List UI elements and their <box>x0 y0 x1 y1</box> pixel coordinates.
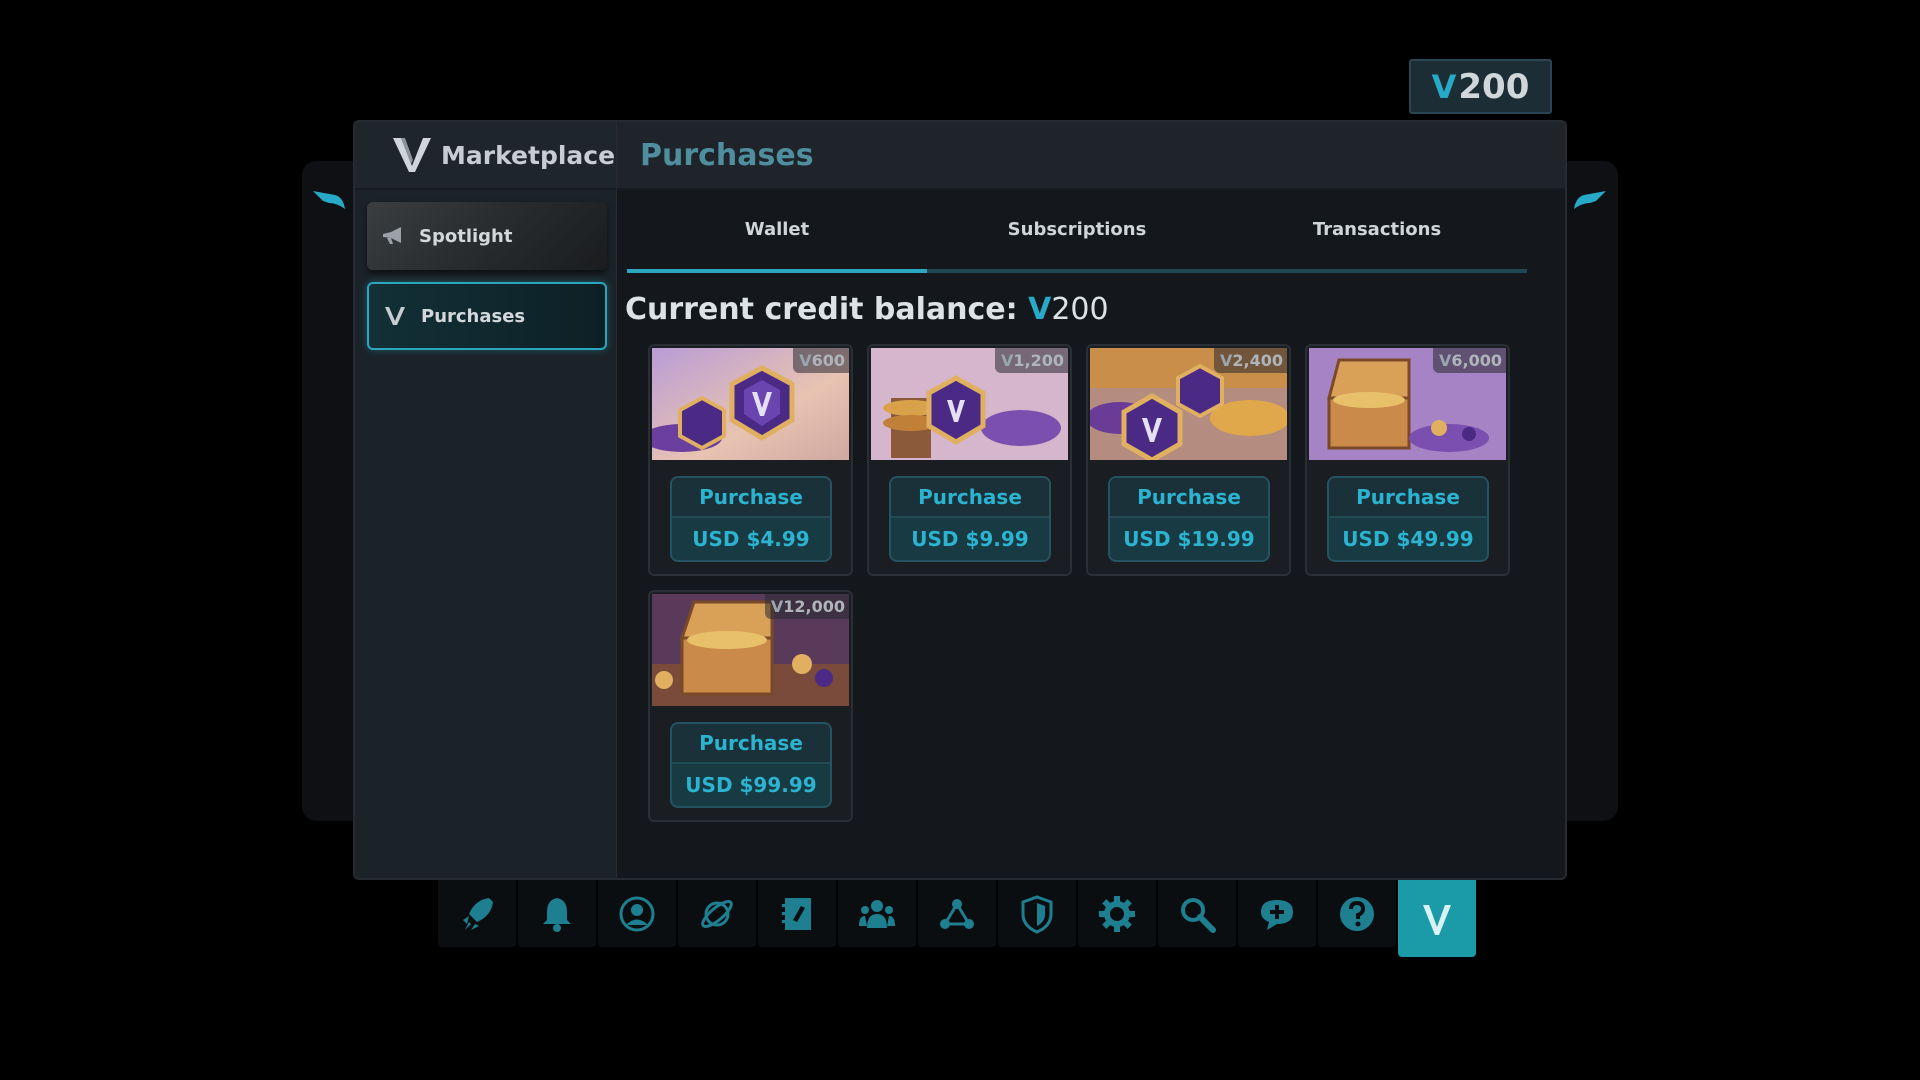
group-icon <box>859 899 895 928</box>
credit-pack-card: V600 Purchase USD $4.99 <box>648 344 853 576</box>
v-logo-icon <box>393 138 431 172</box>
tab-bar: Wallet Subscriptions Transactions <box>627 197 1527 273</box>
sidebar-header: Marketplace <box>355 122 616 190</box>
credit-balance-value: 200 <box>1051 292 1109 327</box>
dock-button-security[interactable] <box>998 880 1076 947</box>
dock-button-social[interactable] <box>838 880 916 947</box>
purchase-label: Purchase <box>672 724 830 764</box>
credit-pack-card: V2,400 Purchase USD $19.99 <box>1086 344 1291 576</box>
credit-balance-label: Current credit balance: <box>625 292 1018 327</box>
price-label: USD $99.99 <box>685 773 817 797</box>
purchase-label: Purchase <box>1329 478 1487 518</box>
dock-button-marketplace[interactable] <box>1398 880 1476 957</box>
dock-button-journal[interactable] <box>758 880 836 947</box>
wing-ornament-icon <box>1574 191 1606 209</box>
tab-transactions[interactable]: Transactions <box>1227 197 1527 269</box>
bottom-dock <box>438 880 1476 957</box>
credit-amount-tag: V2,400 <box>1214 348 1287 373</box>
credit-symbol: V <box>1028 292 1052 327</box>
credit-symbol: V <box>1431 67 1457 106</box>
planet-icon <box>701 899 733 928</box>
tab-subscriptions[interactable]: Subscriptions <box>927 197 1227 269</box>
purchase-label: Purchase <box>1110 478 1268 518</box>
sidebar: Marketplace Spotlight Purchases <box>355 122 617 878</box>
price-label: USD $4.99 <box>692 527 810 551</box>
network-icon <box>940 898 974 929</box>
purchase-button[interactable]: Purchase USD $19.99 <box>1108 476 1270 562</box>
dock-button-chat[interactable] <box>1238 880 1316 947</box>
credit-pack-card: V12,000 Purchase USD $99.99 <box>648 590 853 822</box>
page-title: Purchases <box>640 137 814 173</box>
purchase-button[interactable]: Purchase USD $4.99 <box>670 476 832 562</box>
purchase-button[interactable]: Purchase USD $99.99 <box>670 722 832 808</box>
dock-button-profile[interactable] <box>598 880 676 947</box>
v-logo-icon <box>383 305 407 327</box>
dock-button-settings[interactable] <box>1078 880 1156 947</box>
chat-add-icon <box>1261 899 1293 930</box>
dock-button-launch[interactable] <box>438 880 516 947</box>
credit-balance-line: Current credit balance: V200 <box>625 292 1109 327</box>
credit-amount-tag: V1,200 <box>995 348 1068 373</box>
rocket-icon <box>463 897 493 930</box>
sidebar-item-purchases[interactable]: Purchases <box>367 282 607 350</box>
sidebar-item-label: Spotlight <box>419 225 513 247</box>
credit-amount-tag: V6,000 <box>1433 348 1506 373</box>
price-label: USD $49.99 <box>1342 527 1474 551</box>
purchase-button[interactable]: Purchase USD $49.99 <box>1327 476 1489 562</box>
dock-button-network[interactable] <box>918 880 996 947</box>
wallet-balance-pill[interactable]: V 200 <box>1409 59 1552 114</box>
wallet-balance-value: 200 <box>1458 66 1530 107</box>
search-icon <box>1181 897 1216 933</box>
shield-icon <box>1021 894 1053 934</box>
purchase-button[interactable]: Purchase USD $9.99 <box>889 476 1051 562</box>
purchase-label: Purchase <box>891 478 1049 518</box>
sidebar-title: Marketplace <box>441 140 616 170</box>
dock-button-help[interactable] <box>1318 880 1396 947</box>
sidebar-item-label: Purchases <box>421 305 526 327</box>
price-label: USD $9.99 <box>911 527 1029 551</box>
sidebar-item-spotlight[interactable]: Spotlight <box>367 202 607 270</box>
tab-wallet[interactable]: Wallet <box>627 197 927 273</box>
content-header: Purchases <box>617 122 1565 190</box>
price-label: USD $19.99 <box>1123 527 1255 551</box>
dock-button-search[interactable] <box>1158 880 1236 947</box>
dock-button-explore[interactable] <box>678 880 756 947</box>
profile-icon <box>619 896 655 931</box>
credit-pack-card: V6,000 Purchase USD $49.99 <box>1305 344 1510 576</box>
purchase-label: Purchase <box>672 478 830 518</box>
credit-pack-card: V1,200 Purchase USD $9.99 <box>867 344 1072 576</box>
journal-icon <box>782 897 811 930</box>
help-icon <box>1340 896 1374 931</box>
v-logo-icon <box>1423 904 1451 935</box>
gear-icon <box>1099 895 1135 932</box>
credit-amount-tag: V600 <box>793 348 849 373</box>
credit-amount-tag: V12,000 <box>764 594 849 619</box>
bell-icon <box>543 897 571 932</box>
megaphone-icon <box>381 225 405 247</box>
wing-ornament-icon <box>313 191 345 209</box>
dock-button-notifications[interactable] <box>518 880 596 947</box>
